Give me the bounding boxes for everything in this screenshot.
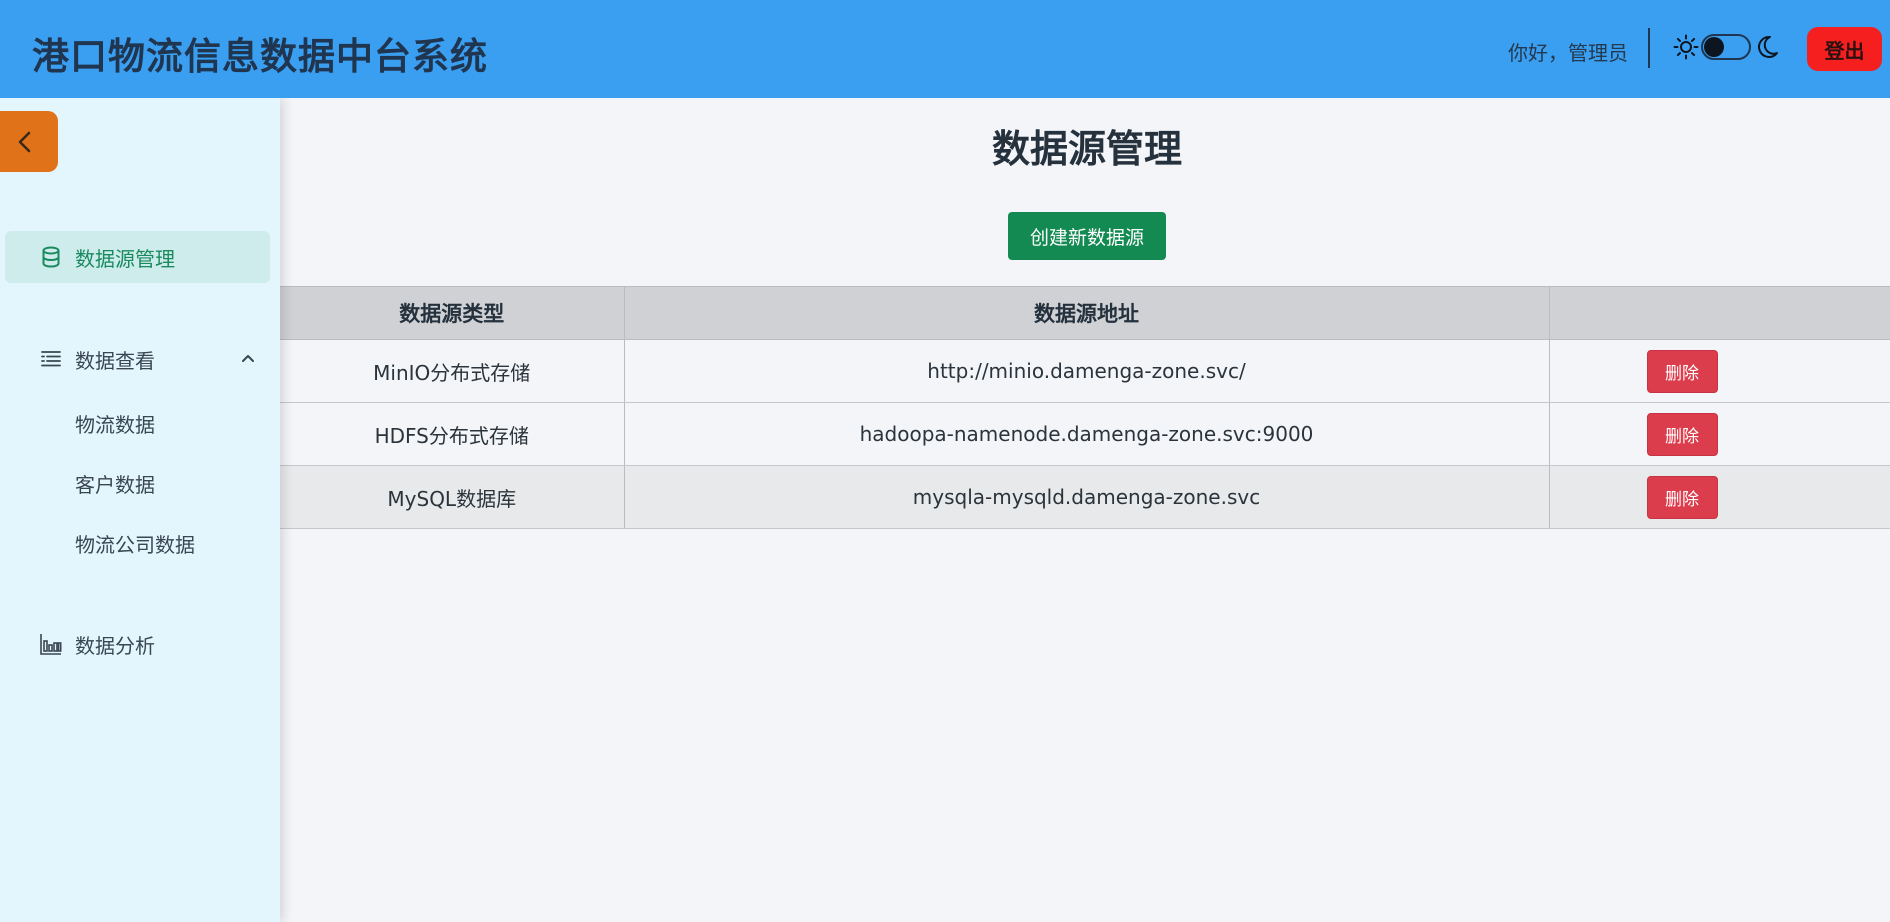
cell-address: hadoopa-namenode.damenga-zone.svc:9000 — [623, 402, 1549, 466]
table-row: HDFS分布式存储 hadoopa-namenode.damenga-zone.… — [280, 402, 1890, 466]
list-icon — [41, 351, 61, 367]
sidebar-item-label: 物流数据 — [75, 412, 155, 437]
column-header-type: 数据源类型 — [280, 286, 624, 340]
delete-button[interactable]: 删除 — [1646, 349, 1718, 393]
sidebar-subitem-customers[interactable]: 客户数据 — [75, 463, 155, 503]
chevron-left-icon — [18, 131, 31, 153]
sun-icon — [1673, 34, 1699, 60]
delete-button[interactable]: 删除 — [1646, 412, 1718, 456]
app-header: 港口物流信息数据中台系统 你好，管理员 登出 — [0, 0, 1890, 98]
table-row: MinIO分布式存储 http://minio.damenga-zone.svc… — [280, 339, 1890, 403]
delete-button[interactable]: 删除 — [1646, 475, 1718, 519]
sidebar-item-label: 数据源管理 — [75, 246, 175, 271]
app-title: 港口物流信息数据中台系统 — [32, 35, 488, 78]
table-row: MySQL数据库 mysqla-mysqld.damenga-zone.svc … — [280, 465, 1890, 529]
column-header-address: 数据源地址 — [623, 286, 1549, 340]
cell-address: mysqla-mysqld.damenga-zone.svc — [623, 465, 1549, 529]
theme-toggle[interactable] — [1701, 34, 1751, 60]
sidebar: 数据源管理 数据查看 物流数据 客户数据 物流公司数据 数据分析 — [0, 98, 280, 922]
main-content: 数据源管理 创建新数据源 数据源类型 数据源地址 MinIO分布式存储 http… — [280, 98, 1890, 922]
moon-icon — [1758, 35, 1778, 58]
bar-chart-icon — [40, 634, 62, 655]
sidebar-item-label: 客户数据 — [75, 472, 155, 497]
chevron-up-icon — [242, 355, 254, 362]
cell-type: MinIO分布式存储 — [280, 339, 624, 403]
sidebar-item-label: 物流公司数据 — [75, 532, 195, 557]
cell-type: MySQL数据库 — [280, 465, 624, 529]
logout-button[interactable]: 登出 — [1807, 27, 1882, 71]
cell-actions: 删除 — [1548, 465, 1890, 529]
header-divider — [1648, 28, 1650, 68]
sidebar-item-datasource[interactable]: 数据源管理 — [5, 231, 270, 283]
sidebar-collapse-button[interactable] — [0, 111, 58, 172]
cell-actions: 删除 — [1548, 402, 1890, 466]
database-icon — [42, 246, 60, 268]
sidebar-subitem-logistics[interactable]: 物流数据 — [75, 403, 155, 443]
user-greeting: 你好，管理员 — [1508, 41, 1628, 65]
cell-actions: 删除 — [1548, 339, 1890, 403]
toggle-knob — [1704, 37, 1724, 57]
create-datasource-button[interactable]: 创建新数据源 — [1008, 212, 1166, 260]
datasource-table: 数据源类型 数据源地址 MinIO分布式存储 http://minio.dame… — [280, 286, 1890, 529]
sidebar-item-analysis[interactable]: 数据分析 — [5, 621, 270, 667]
sidebar-subitem-companies[interactable]: 物流公司数据 — [75, 523, 195, 563]
column-header-actions — [1548, 286, 1890, 340]
cell-type: HDFS分布式存储 — [280, 402, 624, 466]
sidebar-item-label: 数据分析 — [75, 633, 155, 658]
sidebar-item-dataview[interactable]: 数据查看 — [5, 336, 270, 382]
table-header-row: 数据源类型 数据源地址 — [280, 286, 1890, 340]
cell-address: http://minio.damenga-zone.svc/ — [623, 339, 1549, 403]
page-title: 数据源管理 — [991, 127, 1182, 171]
sidebar-item-label: 数据查看 — [75, 348, 155, 373]
